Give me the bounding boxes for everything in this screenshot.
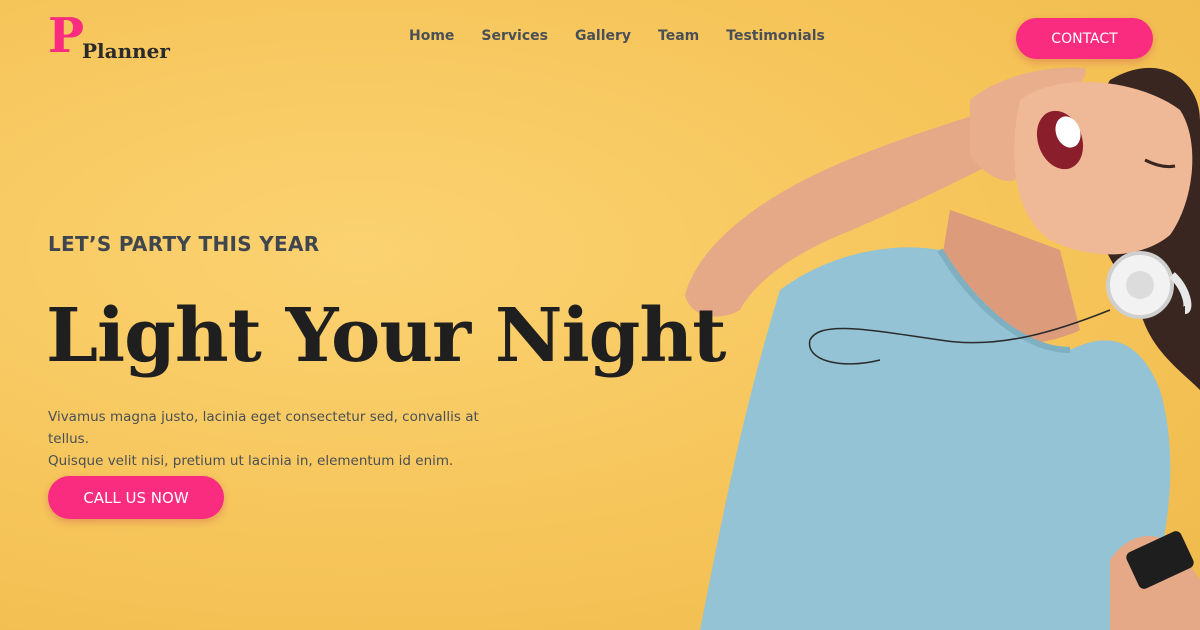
nav-item-gallery[interactable]: Gallery bbox=[575, 28, 631, 44]
main-nav: Home Services Gallery Team Testimonials bbox=[409, 28, 825, 44]
hero-description-line1: Vivamus magna justo, lacinia eget consec… bbox=[48, 409, 479, 447]
brand-logo[interactable]: P Planner bbox=[48, 12, 178, 64]
nav-item-team[interactable]: Team bbox=[658, 28, 699, 44]
hero-kicker: LET’S PARTY THIS YEAR bbox=[48, 232, 320, 256]
logo-letter: P bbox=[48, 8, 85, 64]
hero-description-line2: Quisque velit nisi, pretium ut lacinia i… bbox=[48, 453, 454, 469]
hero-headline: Light Your Night bbox=[46, 293, 726, 379]
nav-item-services[interactable]: Services bbox=[481, 28, 548, 44]
logo-text: Planner bbox=[82, 39, 170, 63]
hero-section: P Planner Home Services Gallery Team Tes… bbox=[0, 0, 1200, 630]
hero-description: Vivamus magna justo, lacinia eget consec… bbox=[48, 406, 518, 472]
nav-item-testimonials[interactable]: Testimonials bbox=[726, 28, 825, 44]
call-us-now-button[interactable]: CALL US NOW bbox=[48, 476, 224, 519]
contact-button[interactable]: CONTACT bbox=[1016, 18, 1153, 59]
nav-item-home[interactable]: Home bbox=[409, 28, 454, 44]
